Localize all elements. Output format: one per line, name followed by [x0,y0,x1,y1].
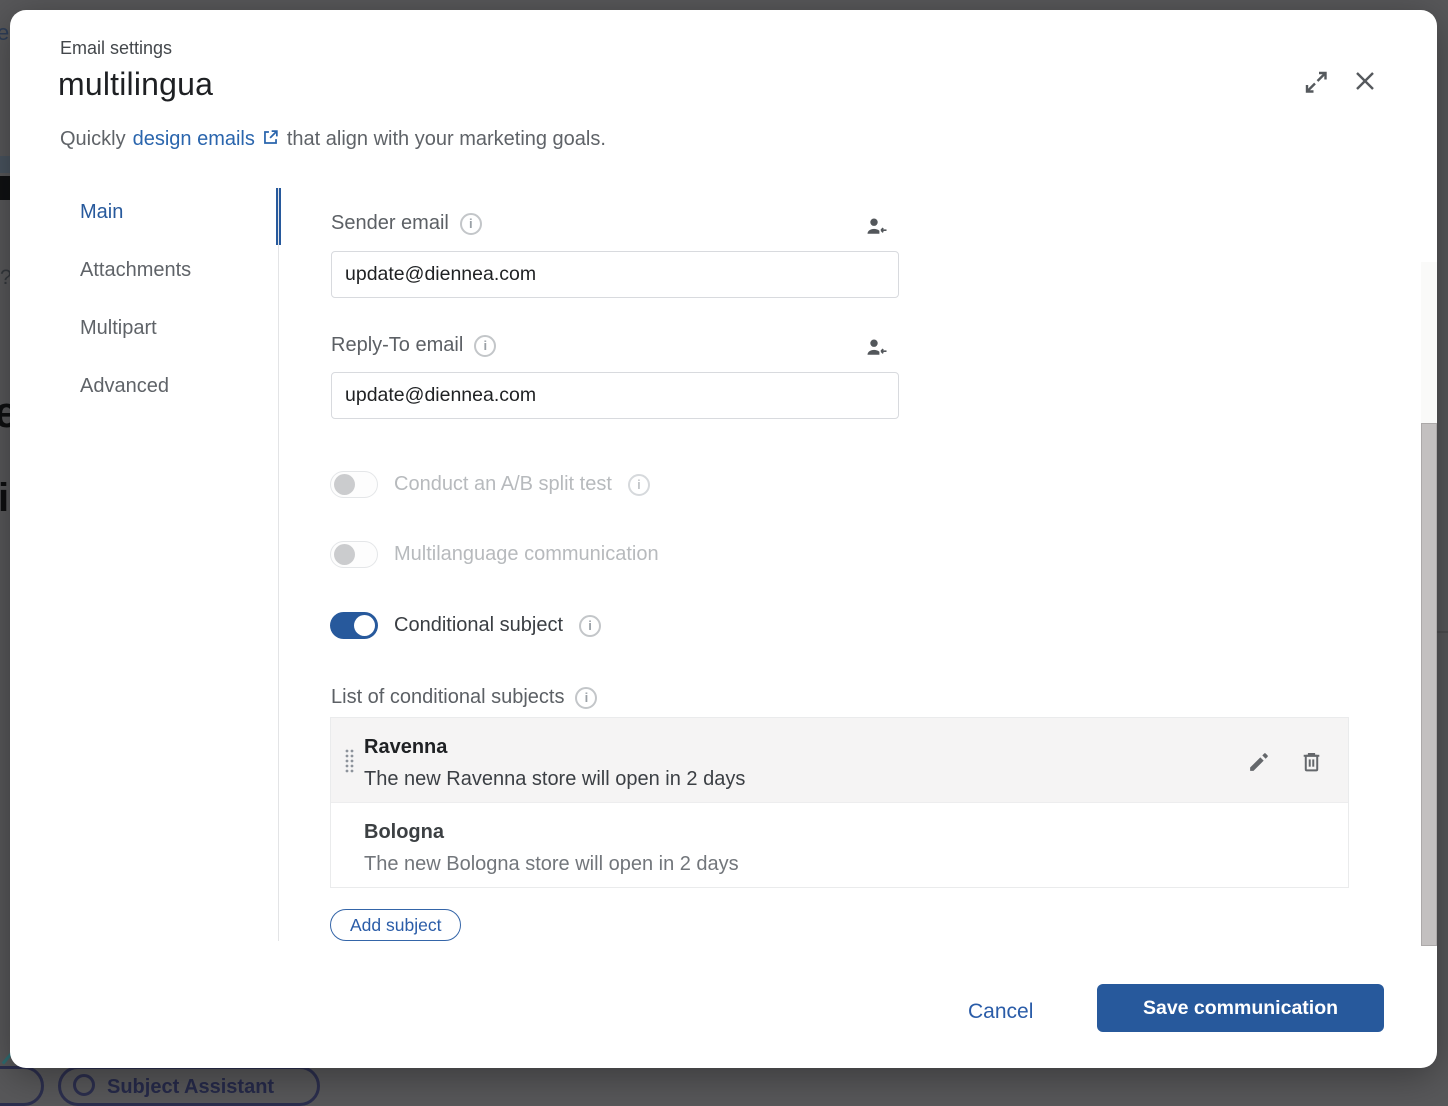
sidebar-divider [278,188,279,941]
description-suffix: that align with your marketing goals. [286,128,606,150]
subjects-list-info-icon[interactable] [575,686,598,709]
sidebar-item-multipart[interactable]: Multipart [80,316,270,340]
sender-email-label: Sender email [331,212,449,234]
background-pill-fragment [0,1066,44,1106]
assistant-button-label: Subject Assistant [107,1076,275,1098]
dialog-title: multilingua [58,66,214,102]
subject-assistant-button[interactable]: Subject Assistant [58,1066,320,1106]
reply-to-email-input[interactable] [331,372,899,419]
reply-to-info-icon[interactable] [474,334,497,357]
description-prefix: Quickly [60,128,126,150]
scrollbar-thumb[interactable] [1421,423,1437,946]
dialog-description: Quickly design emails that align with your… [60,128,606,151]
background-seam-line [1437,631,1448,633]
conditional-subject-info-icon[interactable] [579,614,601,637]
design-emails-link-label: design emails [132,128,255,150]
email-settings-dialog: Email settings multilingua Quickly design… [10,10,1437,1068]
delete-subject-button[interactable] [1297,747,1326,776]
ab-split-test-row: Conduct an A/B split test [330,471,650,498]
conditional-subject-toggle[interactable] [330,612,378,639]
toggle-knob [354,615,375,636]
ab-split-test-info-icon[interactable] [627,473,650,496]
expand-dialog-button[interactable] [1298,64,1334,100]
expand-icon [1305,71,1327,93]
subject-text: The new Bologna store will open in 2 day… [364,853,739,875]
multilanguage-row: Multilanguage communication [330,541,659,568]
subjects-list-label: List of conditional subjects [331,686,565,708]
pick-reply-to-contact-button[interactable] [862,334,891,363]
background-text-fragment: i [0,476,10,520]
sidebar-item-attachments[interactable]: Attachments [80,258,270,282]
subject-title: Bologna [364,821,444,843]
add-subject-button[interactable]: Add subject [330,909,462,941]
toggle-knob [334,544,355,565]
drag-handle-icon[interactable] [344,748,355,773]
subject-row-bologna[interactable]: Bologna The new Bologna store will open … [331,802,1348,887]
subject-row-ravenna[interactable]: Ravenna The new Ravenna store will open … [331,718,1348,802]
close-dialog-button[interactable] [1346,62,1384,100]
subject-title: Ravenna [364,736,448,758]
subject-text: The new Ravenna store will open in 2 day… [364,768,746,790]
sender-email-label-row: Sender email [331,212,482,235]
assistant-sparkle-icon [73,1074,95,1096]
person-add-icon [867,339,887,355]
conditional-subjects-list: Ravenna The new Ravenna store will open … [330,717,1349,888]
sidebar-item-advanced[interactable]: Advanced [80,374,270,398]
external-link-icon [263,130,278,144]
pick-sender-contact-button[interactable] [862,213,891,242]
edit-subject-button[interactable] [1245,747,1274,776]
multilanguage-label: Multilanguage communication [394,543,659,565]
sidebar-item-main[interactable]: Main [80,200,270,224]
ab-split-test-label: Conduct an A/B split test [394,473,612,495]
reply-to-label: Reply-To email [331,334,464,356]
cancel-button[interactable]: Cancel [958,994,1043,1030]
background-band-fragment [0,156,10,173]
close-icon [1356,72,1374,90]
trash-icon [1303,753,1320,772]
design-emails-link[interactable]: design emails [133,128,280,150]
ab-split-test-toggle[interactable] [330,471,378,498]
sender-email-input[interactable] [331,251,899,298]
sender-email-info-icon[interactable] [459,212,482,235]
multilanguage-toggle[interactable] [330,541,378,568]
conditional-subject-label: Conditional subject [394,614,563,636]
settings-sidebar: Main Attachments Multipart Advanced [80,200,270,432]
reply-to-label-row: Reply-To email [331,334,497,357]
dialog-eyebrow: Email settings [60,38,173,58]
person-add-icon [867,218,887,234]
background-text-fragment: e [0,20,10,45]
save-communication-button[interactable]: Save communication [1097,984,1384,1032]
toggle-knob [334,474,355,495]
conditional-subject-row: Conditional subject [330,612,601,639]
subjects-list-label-row: List of conditional subjects [331,686,598,709]
pencil-icon [1250,753,1268,771]
